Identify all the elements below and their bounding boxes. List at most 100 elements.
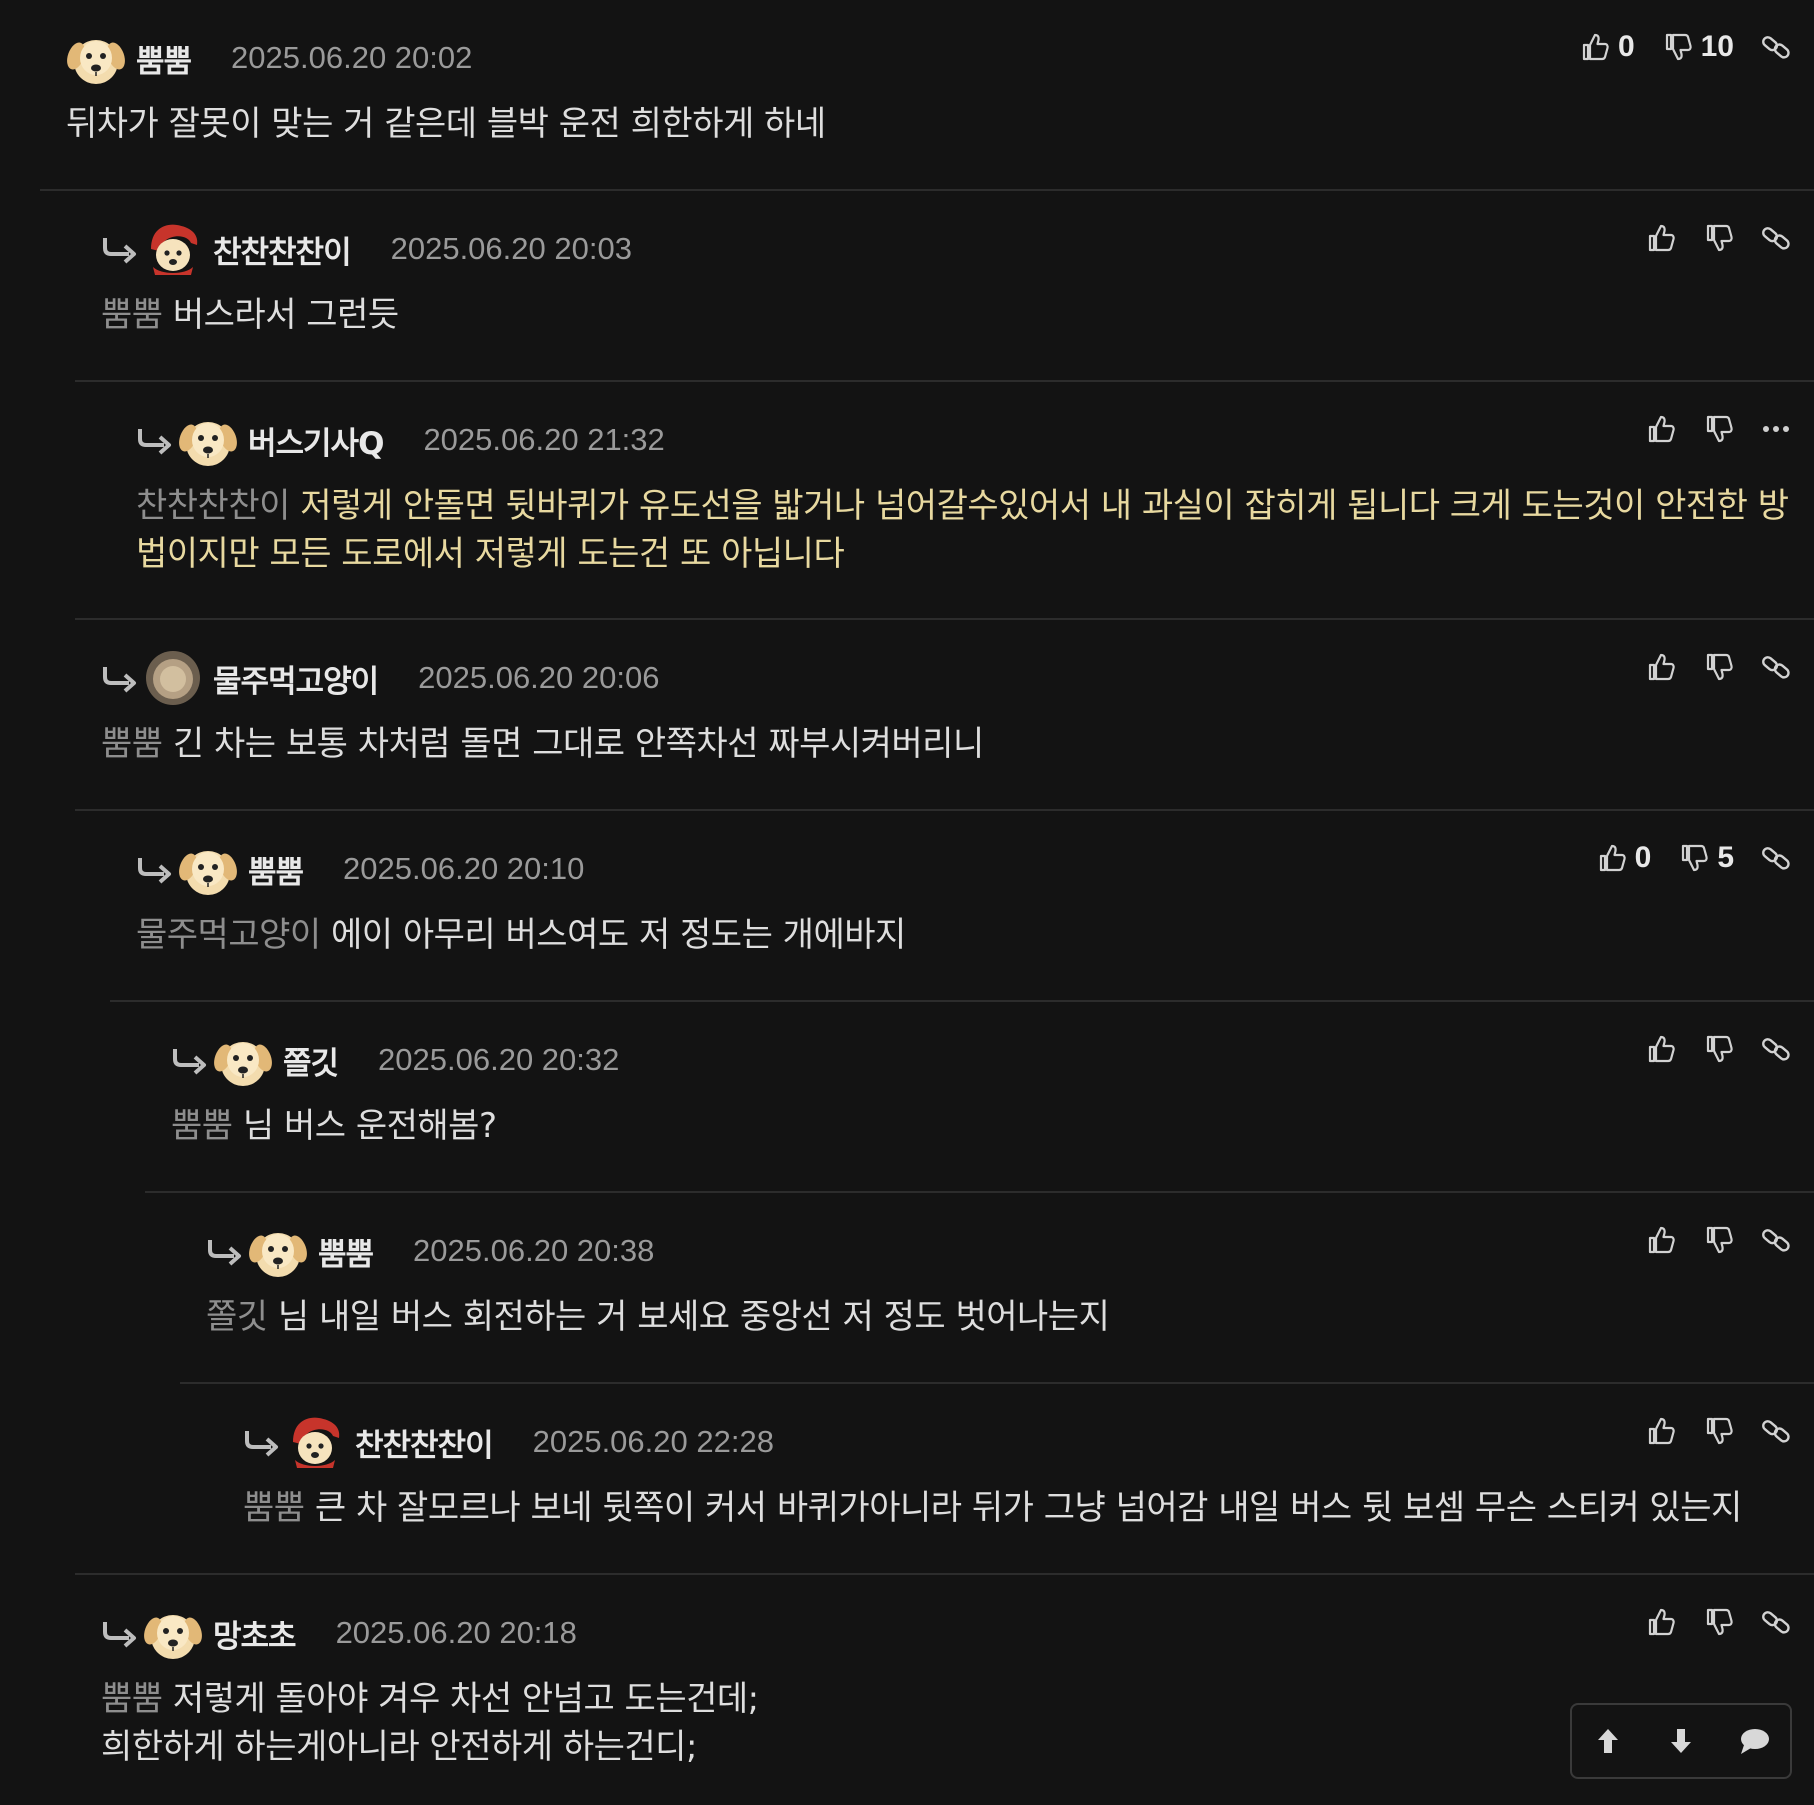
link-icon	[1760, 1609, 1792, 1636]
dislike-button[interactable]: 10	[1661, 30, 1734, 64]
dislike-count: 5	[1717, 841, 1734, 874]
link-icon	[1760, 845, 1792, 872]
comment: 찬찬찬찬이 2025.06.20 22:28 뿜뿜 큰 차 잘모르나 보네 뒷쪽…	[75, 1384, 1814, 1575]
mention[interactable]: 뿜뿜	[101, 724, 173, 764]
mention[interactable]: 뿜뿜	[101, 1679, 173, 1719]
comment: 찬찬찬찬이 2025.06.20 20:03 뿜뿜 버스라서 그런듯	[75, 191, 1814, 382]
comment-body: 물주먹고양이 에이 아무리 버스여도 저 정도는 개에바지	[136, 915, 906, 955]
avatar-dog-icon[interactable]	[66, 28, 126, 88]
comment-actions	[1618, 1406, 1792, 1456]
mention[interactable]: 뿜뿜	[243, 1488, 315, 1528]
arrow-up-icon[interactable]	[1590, 1723, 1626, 1759]
thumbs-down-icon	[1706, 1608, 1733, 1636]
comment: 망초초 2025.06.20 20:18 뿜뿜 저렇게 돌아야 겨우 차선 안넘…	[75, 1575, 1814, 1805]
timestamp: 2025.06.20 20:38	[413, 1233, 655, 1268]
link-button[interactable]	[1760, 1415, 1792, 1447]
nickname[interactable]: 뿜뿜	[248, 847, 304, 892]
dislike-button[interactable]	[1702, 1033, 1734, 1065]
like-button[interactable]	[1644, 1224, 1676, 1256]
avatar-dog-hood-icon[interactable]	[143, 219, 203, 279]
link-button[interactable]	[1760, 222, 1792, 254]
link-icon	[1760, 654, 1792, 681]
comment: 쫄깃 2025.06.20 20:32 뿜뿜 님 버스 운전해봄?	[145, 1002, 1814, 1193]
link-button[interactable]	[1760, 1033, 1792, 1065]
link-button[interactable]	[1760, 1606, 1792, 1638]
link-button[interactable]	[1760, 31, 1792, 63]
dislike-button[interactable]: 5	[1677, 841, 1734, 875]
like-button[interactable]	[1644, 1415, 1676, 1447]
thumbs-down-icon	[1706, 415, 1733, 443]
more-button[interactable]	[1760, 413, 1792, 445]
comment: 뿜뿜 2025.06.20 20:10 물주먹고양이 에이 아무리 버스여도 저…	[110, 811, 1814, 1002]
like-count: 0	[1617, 30, 1635, 63]
thumbs-up-icon	[1648, 1608, 1675, 1636]
like-button[interactable]	[1644, 1606, 1676, 1638]
comment-actions	[1618, 642, 1792, 692]
mention[interactable]: 물주먹고양이	[136, 915, 331, 955]
like-count: 0	[1634, 841, 1652, 874]
nickname[interactable]: 찬찬찬찬이	[213, 227, 352, 272]
avatar-dog-icon[interactable]	[178, 410, 238, 470]
avatar-blurred-icon[interactable]	[143, 648, 203, 708]
reply-arrow-icon	[103, 236, 136, 264]
avatar-dog-hood-icon[interactable]	[285, 1412, 345, 1472]
link-button[interactable]	[1760, 651, 1792, 683]
dislike-button[interactable]	[1702, 222, 1734, 254]
avatar-dog-icon[interactable]	[143, 1603, 203, 1663]
nickname[interactable]: 뿜뿜	[318, 1229, 374, 1274]
avatar-dog-icon[interactable]	[213, 1030, 273, 1090]
like-button[interactable]	[1644, 651, 1676, 683]
avatar-dog-icon[interactable]	[248, 1221, 308, 1281]
thumbs-up-icon	[1648, 1417, 1675, 1445]
link-button[interactable]	[1760, 1224, 1792, 1256]
timestamp: 2025.06.20 20:32	[378, 1042, 620, 1077]
timestamp: 2025.06.20 20:18	[335, 1615, 577, 1650]
comment-actions	[1618, 213, 1792, 263]
avatar-dog-icon[interactable]	[178, 839, 238, 899]
nickname[interactable]: 찬찬찬찬이	[355, 1420, 494, 1465]
mention[interactable]: 뿜뿜	[101, 295, 173, 335]
link-button[interactable]	[1760, 842, 1792, 874]
mention[interactable]: 뿜뿜	[171, 1106, 243, 1146]
mention[interactable]: 쫄깃	[206, 1297, 278, 1337]
comment-body: 뿜뿜 버스라서 그런듯	[101, 295, 399, 335]
like-button[interactable]: 0	[1578, 30, 1635, 64]
floating-nav	[1570, 1703, 1792, 1779]
dislike-button[interactable]	[1702, 1415, 1734, 1447]
reply-arrow-icon	[208, 1238, 241, 1266]
nickname[interactable]: 버스기사Q	[248, 418, 384, 463]
more-dots-icon	[1763, 426, 1789, 432]
dislike-button[interactable]	[1702, 1224, 1734, 1256]
comment-body: 뿜뿜 긴 차는 보통 차처럼 돌면 그대로 안쪽차선 짜부시켜버리니	[101, 724, 984, 764]
nickname[interactable]: 쫄깃	[283, 1038, 339, 1083]
dislike-count: 10	[1700, 30, 1734, 63]
like-button[interactable]	[1644, 1033, 1676, 1065]
comment: 뿜뿜 2025.06.20 20:02 뒤차가 잘못이 맞는 거 같은데 블박 …	[40, 0, 1814, 191]
thumbs-down-icon	[1682, 844, 1709, 872]
dislike-button[interactable]	[1702, 413, 1734, 445]
dislike-button[interactable]	[1702, 651, 1734, 683]
comment-actions	[1618, 1597, 1792, 1647]
nickname[interactable]: 뿜뿜	[136, 36, 192, 81]
reply-arrow-icon	[245, 1429, 278, 1457]
mention[interactable]: 찬찬찬찬이	[136, 486, 300, 526]
reply-arrow-icon	[103, 665, 136, 693]
thumbs-up-icon	[1582, 33, 1609, 61]
thumbs-down-icon	[1706, 224, 1733, 252]
comment-body: 쫄깃 님 내일 버스 회전하는 거 보세요 중앙선 저 정도 벗어나는지	[206, 1297, 1110, 1337]
speech-bubble-icon[interactable]	[1736, 1723, 1772, 1759]
arrow-down-icon[interactable]	[1663, 1723, 1699, 1759]
nickname[interactable]: 망초초	[213, 1611, 297, 1656]
like-button[interactable]	[1644, 413, 1676, 445]
timestamp: 2025.06.20 21:32	[423, 422, 665, 457]
dislike-button[interactable]	[1702, 1606, 1734, 1638]
like-button[interactable]: 0	[1595, 841, 1652, 875]
link-icon	[1760, 1418, 1792, 1445]
nickname[interactable]: 물주먹고양이	[213, 656, 379, 701]
comment-list: 뿜뿜 2025.06.20 20:02 뒤차가 잘못이 맞는 거 같은데 블박 …	[0, 0, 1814, 1805]
like-button[interactable]	[1644, 222, 1676, 254]
thumbs-up-icon	[1648, 653, 1675, 681]
reply-arrow-icon	[173, 1047, 206, 1075]
link-icon	[1760, 34, 1792, 61]
timestamp: 2025.06.20 20:02	[231, 40, 473, 75]
